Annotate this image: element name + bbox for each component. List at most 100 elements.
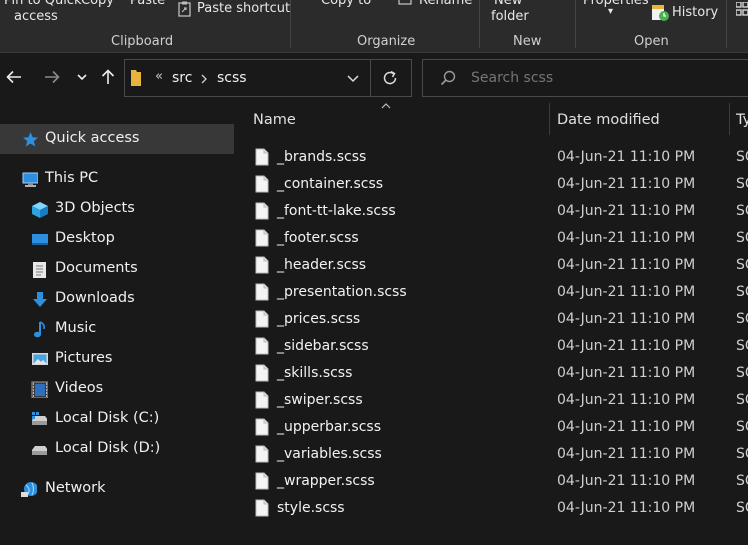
file-date-modified: 04-Jun-21 11:10 PM xyxy=(557,257,696,273)
file-date-modified: 04-Jun-21 11:10 PM xyxy=(557,446,696,462)
sort-ascending-icon xyxy=(381,103,391,109)
file-icon xyxy=(255,337,269,355)
address-divider xyxy=(370,60,371,96)
nav-item-label: Desktop xyxy=(55,230,115,246)
column-divider[interactable] xyxy=(729,103,730,135)
file-date-modified: 04-Jun-21 11:10 PM xyxy=(557,419,696,435)
file-type: SC xyxy=(736,149,748,165)
properties-label: Properties xyxy=(583,0,649,8)
nav-quick-access[interactable]: Quick access xyxy=(0,124,234,154)
file-name: _prices.scss xyxy=(277,311,361,327)
nav-item-label: Downloads xyxy=(55,290,135,306)
file-type: SC xyxy=(736,284,748,300)
breadcrumb-src[interactable]: src xyxy=(172,70,192,86)
file-name: _wrapper.scss xyxy=(277,473,375,489)
up-arrow-icon[interactable] xyxy=(101,69,115,85)
forward-arrow-icon[interactable] xyxy=(44,70,60,84)
file-name: _skills.scss xyxy=(277,365,353,381)
file-date-modified: 04-Jun-21 11:10 PM xyxy=(557,500,696,516)
file-icon xyxy=(255,229,269,247)
column-header-type[interactable]: Ty xyxy=(736,112,748,128)
network-icon xyxy=(21,482,37,497)
pin-quick-access-label-1: Pin to Quick xyxy=(4,0,82,8)
file-type: SC xyxy=(736,203,748,219)
nav-this-pc[interactable]: This PC xyxy=(0,164,234,194)
file-icon xyxy=(255,499,269,517)
search-input[interactable] xyxy=(471,68,721,88)
nav-3d-objects[interactable]: 3D Objects xyxy=(0,194,234,224)
table-row[interactable]: _font-tt-lake.scss 04-Jun-21 11:10 PM SC xyxy=(236,199,748,226)
nav-music[interactable]: Music xyxy=(0,314,234,344)
file-type: SC xyxy=(736,473,748,489)
file-date-modified: 04-Jun-21 11:10 PM xyxy=(557,338,696,354)
file-date-modified: 04-Jun-21 11:10 PM xyxy=(557,284,696,300)
breadcrumb-scss[interactable]: scss xyxy=(217,70,247,86)
music-icon xyxy=(34,321,45,338)
nav-item-label: Videos xyxy=(55,380,104,396)
group-new: New xyxy=(513,34,542,49)
file-type: SC xyxy=(736,338,748,354)
download-icon xyxy=(33,292,47,307)
history-icon xyxy=(652,5,669,21)
file-name: _variables.scss xyxy=(277,446,382,462)
nav-videos[interactable]: Videos xyxy=(0,374,234,404)
table-row[interactable]: _presentation.scss 04-Jun-21 11:10 PM SC xyxy=(236,280,748,307)
file-name: _header.scss xyxy=(277,257,367,273)
table-row[interactable]: _sidebar.scss 04-Jun-21 11:10 PM SC xyxy=(236,334,748,361)
nav-downloads[interactable]: Downloads xyxy=(0,284,234,314)
file-date-modified: 04-Jun-21 11:10 PM xyxy=(557,230,696,246)
breadcrumb-overflow[interactable]: « xyxy=(155,69,163,84)
table-row[interactable]: _variables.scss 04-Jun-21 11:10 PM SC xyxy=(236,442,748,469)
recent-locations-chevron-icon[interactable] xyxy=(77,74,87,81)
column-header-name[interactable]: Name xyxy=(253,112,296,128)
file-name: _presentation.scss xyxy=(277,284,407,300)
table-row[interactable]: _container.scss 04-Jun-21 11:10 PM SC xyxy=(236,172,748,199)
file-type: SC xyxy=(736,500,748,516)
file-date-modified: 04-Jun-21 11:10 PM xyxy=(557,392,696,408)
refresh-icon[interactable] xyxy=(382,70,398,86)
file-date-modified: 04-Jun-21 11:10 PM xyxy=(557,311,696,327)
table-row[interactable]: _skills.scss 04-Jun-21 11:10 PM SC xyxy=(236,361,748,388)
select-grid-icon[interactable] xyxy=(736,2,748,18)
table-row[interactable]: _brands.scss 04-Jun-21 11:10 PM SC xyxy=(236,145,748,172)
file-icon xyxy=(255,391,269,409)
file-date-modified: 04-Jun-21 11:10 PM xyxy=(557,473,696,489)
table-row[interactable]: _header.scss 04-Jun-21 11:10 PM SC xyxy=(236,253,748,280)
new-folder-label-1: New xyxy=(494,0,523,8)
paste-button[interactable]: Paste xyxy=(130,0,165,8)
rename-label: Rename xyxy=(419,0,473,8)
nav-documents[interactable]: Documents xyxy=(0,254,234,284)
address-dropdown-icon[interactable] xyxy=(347,75,359,83)
nav-local-disk-c[interactable]: Local Disk (C:) xyxy=(0,404,234,434)
search-box[interactable] xyxy=(422,59,748,97)
table-row[interactable]: _upperbar.scss 04-Jun-21 11:10 PM SC xyxy=(236,415,748,442)
navigation-pane: Quick access This PC 3D Objects Desktop … xyxy=(0,103,234,545)
computer-icon xyxy=(22,172,38,187)
nav-desktop[interactable]: Desktop xyxy=(0,224,234,254)
breadcrumb-chevron-icon[interactable] xyxy=(201,74,207,84)
table-row[interactable]: style.scss 04-Jun-21 11:10 PM SC xyxy=(236,496,748,523)
file-type: SC xyxy=(736,257,748,273)
file-icon xyxy=(255,175,269,193)
column-divider[interactable] xyxy=(549,103,550,135)
copy-button[interactable]: Copy xyxy=(81,0,114,8)
chevron-down-icon: ▾ xyxy=(608,6,614,17)
table-row[interactable]: _footer.scss 04-Jun-21 11:10 PM SC xyxy=(236,226,748,253)
file-icon xyxy=(255,445,269,463)
nav-pictures[interactable]: Pictures xyxy=(0,344,234,374)
table-row[interactable]: _wrapper.scss 04-Jun-21 11:10 PM SC xyxy=(236,469,748,496)
table-row[interactable]: _prices.scss 04-Jun-21 11:10 PM SC xyxy=(236,307,748,334)
file-name: _container.scss xyxy=(277,176,384,192)
ribbon-separator xyxy=(726,0,727,48)
address-bar[interactable]: « src scss xyxy=(124,59,412,97)
nav-local-disk-d[interactable]: Local Disk (D:) xyxy=(0,434,234,464)
back-arrow-icon[interactable] xyxy=(6,70,22,84)
history-label: History xyxy=(672,5,719,20)
ribbon: Pin to Quick access Copy Paste Paste sho… xyxy=(0,0,748,53)
nav-network[interactable]: Network xyxy=(0,474,234,504)
file-icon xyxy=(255,148,269,166)
table-row[interactable]: _swiper.scss 04-Jun-21 11:10 PM SC xyxy=(236,388,748,415)
column-header-date-modified[interactable]: Date modified xyxy=(557,112,660,128)
drive-icon xyxy=(32,412,47,425)
nav-this-pc-label: This PC xyxy=(45,170,99,186)
